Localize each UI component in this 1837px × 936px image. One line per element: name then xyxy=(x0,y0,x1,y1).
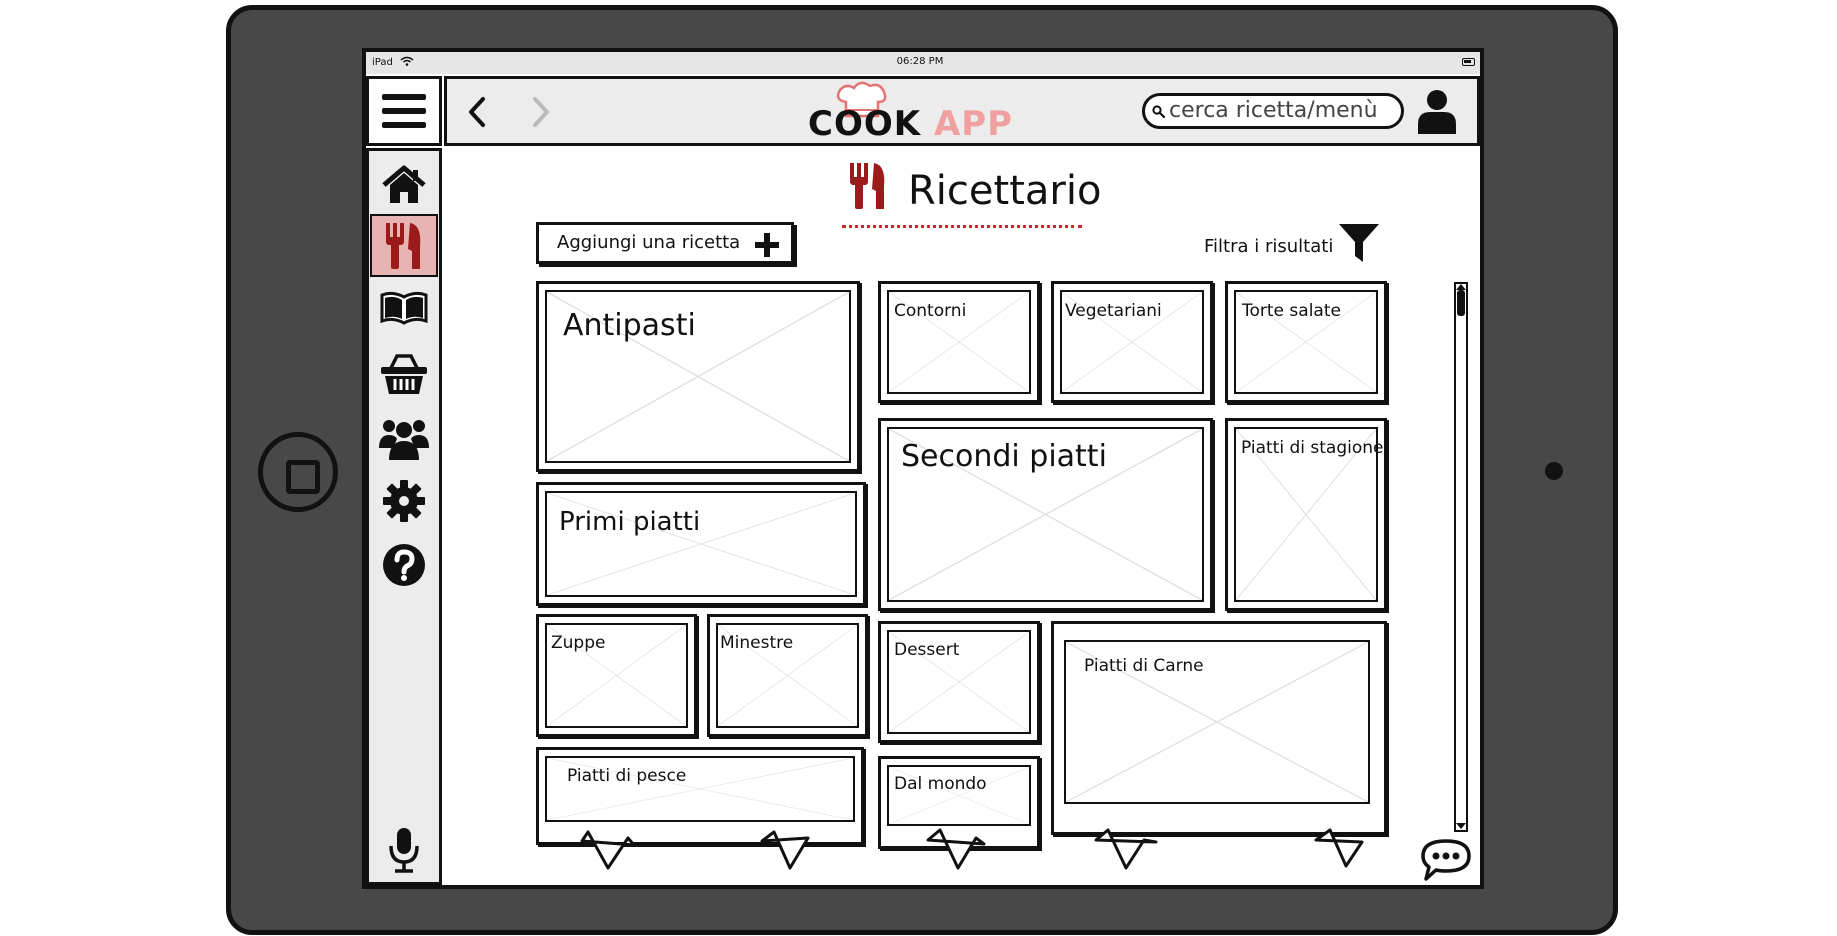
sidebar-item-home[interactable] xyxy=(370,155,438,215)
home-button-icon xyxy=(258,432,338,512)
category-zuppe[interactable]: Zuppe xyxy=(536,614,697,737)
camera-icon xyxy=(1545,462,1563,480)
hamburger-icon xyxy=(382,94,426,128)
book-icon xyxy=(380,291,428,325)
home-icon xyxy=(382,165,426,203)
category-label: Piatti di pesce xyxy=(567,766,687,786)
add-recipe-button[interactable]: Aggiungi una ricetta xyxy=(536,222,794,264)
scroll-up-arrow-icon[interactable] xyxy=(1455,283,1467,291)
category-piatti-di-stagione[interactable]: Piatti di stagione xyxy=(1225,418,1387,611)
sidebar-item-settings[interactable] xyxy=(370,471,438,531)
back-button[interactable] xyxy=(466,96,488,128)
sidebar-item-help[interactable] xyxy=(370,535,438,595)
plus-icon xyxy=(755,233,779,257)
filter-label: Filtra i risultati xyxy=(1204,236,1334,257)
category-vegetariani[interactable]: Vegetariani xyxy=(1051,281,1213,403)
status-time: 06:28 PM xyxy=(896,56,944,67)
filter-icon[interactable] xyxy=(1338,222,1380,264)
page-title: Ricettario xyxy=(908,168,1102,214)
category-label: Torte salate xyxy=(1242,301,1341,321)
sidebar-item-shopping[interactable] xyxy=(370,344,438,404)
page-title-icon xyxy=(850,163,885,209)
help-icon xyxy=(383,544,425,586)
sidebar-item-recipes[interactable] xyxy=(370,214,438,277)
device-label: iPad xyxy=(372,57,393,68)
bubble-tails xyxy=(580,828,1364,870)
category-antipasti[interactable]: Antipasti xyxy=(536,281,860,472)
title-underline xyxy=(842,225,1082,228)
category-label: Piatti di Carne xyxy=(1084,656,1204,676)
category-dessert[interactable]: Dessert xyxy=(878,621,1040,743)
app-logo: COOK APP xyxy=(808,104,1013,144)
category-secondi-piatti[interactable]: Secondi piatti xyxy=(878,418,1213,611)
battery-icon xyxy=(1462,58,1475,66)
add-recipe-label: Aggiungi una ricetta xyxy=(557,232,741,253)
category-label: Secondi piatti xyxy=(901,439,1107,474)
status-device: iPad xyxy=(372,56,414,68)
logo-word-app: APP xyxy=(933,104,1014,144)
search-icon xyxy=(1152,105,1165,118)
chat-icon[interactable] xyxy=(1420,838,1472,882)
user-icon[interactable] xyxy=(1416,88,1458,134)
category-primi-piatti[interactable]: Primi piatti xyxy=(536,482,866,606)
category-torte-salate[interactable]: Torte salate xyxy=(1225,281,1387,403)
search-input[interactable]: cerca ricetta/menù xyxy=(1142,93,1404,129)
category-minestre[interactable]: Minestre xyxy=(707,614,868,737)
hamburger-menu-button[interactable] xyxy=(366,76,442,146)
category-contorni[interactable]: Contorni xyxy=(878,281,1040,403)
scroll-down-arrow-icon[interactable] xyxy=(1455,822,1467,830)
category-label: Primi piatti xyxy=(559,507,701,537)
sidebar-item-cookbook[interactable] xyxy=(370,278,438,338)
microphone-icon xyxy=(389,828,419,873)
category-label: Minestre xyxy=(720,633,794,653)
category-label: Contorni xyxy=(894,301,967,321)
category-piatti-di-carne[interactable]: Piatti di Carne xyxy=(1051,621,1387,835)
scrollbar-thumb[interactable] xyxy=(1457,290,1465,316)
cutlery-icon xyxy=(386,222,421,269)
category-label: Zuppe xyxy=(551,633,606,653)
basket-icon xyxy=(381,354,427,394)
forward-button[interactable] xyxy=(530,96,552,128)
category-label: Dal mondo xyxy=(894,774,987,794)
sidebar-item-community[interactable] xyxy=(370,408,438,468)
microphone-button[interactable] xyxy=(370,820,438,880)
category-label: Vegetariani xyxy=(1065,301,1162,321)
search-placeholder: cerca ricetta/menù xyxy=(1169,98,1378,123)
category-label: Antipasti xyxy=(563,308,696,343)
gear-icon xyxy=(383,480,425,522)
vertical-scrollbar[interactable] xyxy=(1454,282,1468,832)
category-label: Dessert xyxy=(894,640,960,660)
category-label: Piatti di stagione xyxy=(1241,438,1384,458)
wifi-icon xyxy=(400,56,414,66)
logo-word-cook: COOK xyxy=(808,104,922,144)
group-icon xyxy=(379,420,429,460)
